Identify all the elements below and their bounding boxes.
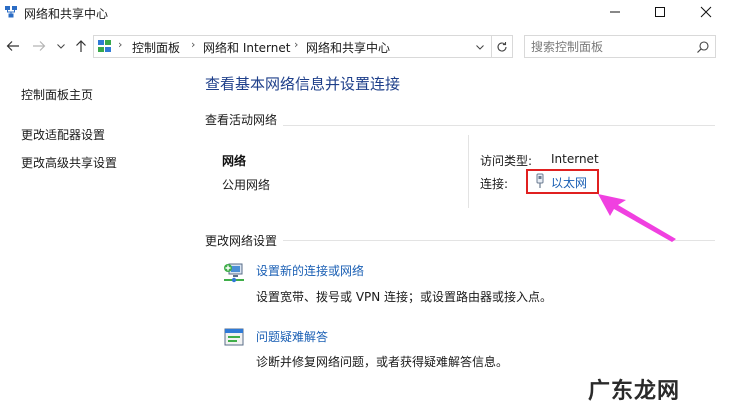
up-button[interactable] [72,36,90,56]
address-dropdown-button[interactable] [473,39,487,55]
active-networks-heading: 查看活动网络 [205,111,284,128]
access-type-value: Internet [551,152,599,166]
title-bar: 网络和共享中心 [0,0,731,26]
access-type-label: 访问类型: [480,154,533,168]
ethernet-link[interactable]: 以太网 [551,174,587,191]
troubleshoot-icon [224,328,244,346]
ethernet-icon [536,173,544,188]
new-connection-icon [224,263,244,283]
network-type: 公用网络 [222,178,271,192]
arrow-right-icon [33,41,46,51]
address-bar[interactable]: › 控制面板 › 网络和 Internet › 网络和共享中心 [93,35,513,58]
search-input[interactable] [531,38,691,55]
change-settings-heading: 更改网络设置 [205,232,284,249]
maximize-button[interactable] [637,0,683,24]
breadcrumb-network-internet[interactable]: 网络和 Internet [203,39,290,56]
navigation-bar: › 控制面板 › 网络和 Internet › 网络和共享中心 [0,33,731,61]
annotation-arrow [598,194,676,242]
sidebar-item-adapter-settings[interactable]: 更改适配器设置 [21,126,105,143]
recent-locations-button[interactable] [52,36,70,56]
breadcrumb-separator[interactable]: › [191,38,195,51]
watermark-logo: 广东龙网 [588,378,681,404]
search-box[interactable] [524,35,716,58]
troubleshoot-link[interactable]: 问题疑难解答 [256,328,328,345]
search-icon[interactable] [696,40,710,54]
setup-new-connection-description: 设置宽带、拨号或 VPN 连接；或设置路由器或接入点。 [256,290,553,304]
refresh-icon [496,41,507,52]
forward-button[interactable] [30,36,48,56]
maximize-icon [655,7,665,17]
control-panel-icon [98,40,111,52]
back-button[interactable] [4,36,22,56]
sidebar-item-advanced-sharing[interactable]: 更改高级共享设置 [21,154,117,171]
minimize-icon [610,11,620,13]
breadcrumb-control-panel[interactable]: 控制面板 [132,39,180,56]
connection-label: 连接: [480,177,509,191]
arrow-up-icon [76,40,86,52]
network-sharing-icon [5,6,17,18]
network-name: 网络 [222,154,247,168]
minimize-button[interactable] [592,0,638,24]
setup-new-connection-link[interactable]: 设置新的连接或网络 [256,262,364,279]
close-button[interactable] [683,0,729,24]
close-icon [700,6,712,18]
chevron-down-icon [476,45,484,50]
breadcrumb-separator[interactable]: › [118,38,122,51]
breadcrumb-network-sharing[interactable]: 网络和共享中心 [306,39,390,56]
breadcrumb-separator[interactable]: › [294,38,298,51]
vertical-divider [468,135,469,208]
page-title: 查看基本网络信息并设置连接 [205,75,401,93]
refresh-button[interactable] [491,36,511,57]
arrow-left-icon [6,41,19,51]
troubleshoot-description: 诊断并修复网络问题，或者获得疑难解答信息。 [256,355,509,369]
chevron-down-icon [57,44,65,49]
window-title: 网络和共享中心 [24,7,109,21]
sidebar-item-control-panel-home[interactable]: 控制面板主页 [21,86,93,103]
